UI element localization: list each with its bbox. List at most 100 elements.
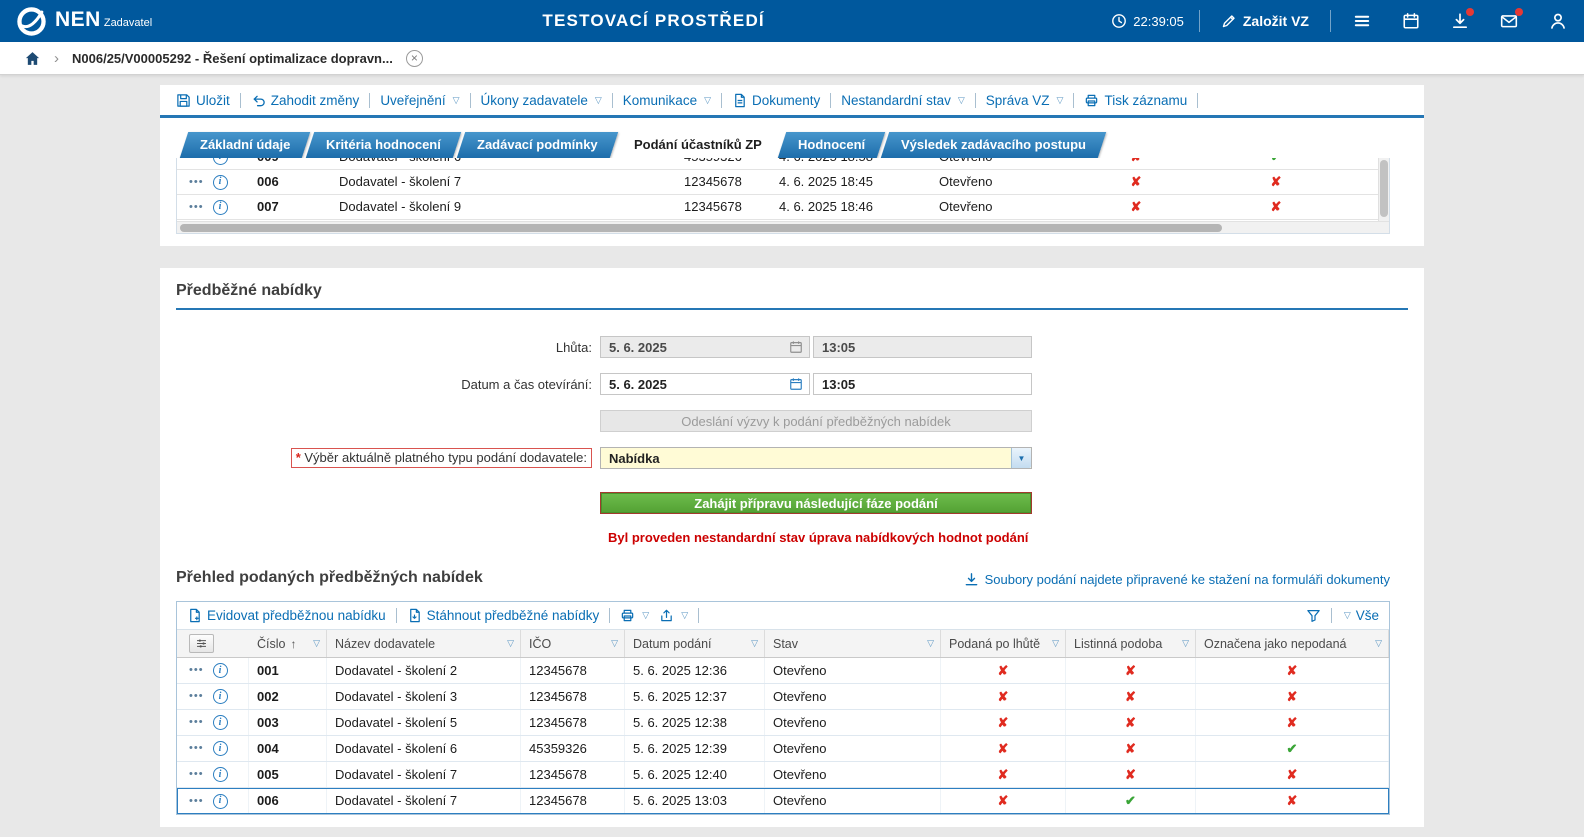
downloads-button[interactable] bbox=[1450, 11, 1470, 31]
tab-vysledek[interactable]: Výsledek zadávacího postupu bbox=[881, 132, 1106, 158]
table-row[interactable]: ••• i 009 Dodavatel - školení 6 45359326… bbox=[177, 158, 1389, 170]
cell-date: 5. 6. 2025 12:38 bbox=[625, 710, 765, 735]
tab-kriteria-hodnoceni[interactable]: Kritéria hodnocení bbox=[306, 132, 461, 158]
opening-time-field[interactable]: 13:05 bbox=[813, 373, 1032, 395]
row-menu-icon[interactable]: ••• bbox=[189, 158, 204, 169]
table-row[interactable]: ••• i 002 Dodavatel - školení 3 12345678… bbox=[177, 684, 1389, 710]
row-info-icon[interactable]: i bbox=[213, 200, 228, 215]
scrollbar-thumb[interactable] bbox=[180, 224, 1222, 232]
deadline-date-field: 5. 6. 2025 bbox=[600, 336, 810, 358]
tab-zadavaci-podminky[interactable]: Zadávací podmínky bbox=[457, 132, 618, 158]
column-header-paper[interactable]: Listinná podoba▽ bbox=[1066, 630, 1196, 657]
select-dropdown-button[interactable]: ▼ bbox=[1011, 448, 1031, 468]
row-menu-icon[interactable]: ••• bbox=[189, 170, 204, 194]
opening-label: Datum a čas otevírání: bbox=[160, 377, 600, 392]
filter-dropdown-icon[interactable]: ▽ bbox=[927, 638, 934, 649]
publication-menu[interactable]: Uveřejnění▽ bbox=[380, 93, 459, 108]
column-header-number[interactable]: Číslo↑▽ bbox=[249, 630, 327, 657]
row-info-icon[interactable]: i bbox=[213, 158, 228, 165]
row-menu-icon[interactable]: ••• bbox=[189, 658, 204, 683]
divider bbox=[1199, 10, 1200, 32]
vertical-scrollbar[interactable] bbox=[1378, 158, 1389, 221]
breadcrumb-item[interactable]: N006/25/V00005292 - Řešení optimalizace … bbox=[72, 51, 393, 66]
row-info-icon[interactable]: i bbox=[213, 794, 228, 809]
document-icon bbox=[732, 93, 747, 108]
cell-ico: 12345678 bbox=[521, 762, 625, 787]
save-button[interactable]: Uložit bbox=[176, 93, 230, 108]
row-menu-icon[interactable]: ••• bbox=[189, 684, 204, 709]
close-record-icon[interactable]: × bbox=[406, 50, 423, 67]
download-bids-button[interactable]: Stáhnout předběžné nabídky bbox=[407, 608, 600, 623]
cell-late-mark: ✘ bbox=[941, 710, 1066, 735]
printer-icon bbox=[1084, 93, 1099, 108]
column-header-ico[interactable]: IČO▽ bbox=[521, 630, 625, 657]
export-button[interactable]: ▽ bbox=[659, 608, 688, 623]
print-record-button[interactable]: Tisk záznamu bbox=[1084, 93, 1187, 108]
row-menu-icon[interactable]: ••• bbox=[189, 789, 204, 814]
row-info-icon[interactable]: i bbox=[213, 663, 228, 678]
print-table-button[interactable]: ▽ bbox=[620, 608, 649, 623]
manage-vz-menu[interactable]: Správa VZ▽ bbox=[986, 93, 1064, 108]
row-info-icon[interactable]: i bbox=[213, 767, 228, 782]
nonstandard-state-menu[interactable]: Nestandardní stav▽ bbox=[841, 93, 964, 108]
messages-button[interactable] bbox=[1499, 11, 1519, 31]
register-bid-button[interactable]: Evidovat předběžnou nabídku bbox=[187, 608, 386, 623]
download-icon bbox=[964, 572, 979, 587]
menu-button[interactable] bbox=[1352, 11, 1372, 31]
filter-dropdown-icon[interactable]: ▽ bbox=[1182, 638, 1189, 649]
chevron-down-icon: ▼ bbox=[1018, 454, 1026, 463]
row-menu-icon[interactable]: ••• bbox=[189, 762, 204, 787]
start-next-phase-button[interactable]: Zahájit přípravu následující fáze podání bbox=[600, 492, 1032, 514]
communication-menu[interactable]: Komunikace▽ bbox=[623, 93, 711, 108]
opening-date-field[interactable]: 5. 6. 2025 bbox=[600, 373, 810, 395]
view-all-dropdown[interactable]: ▽ Vše bbox=[1342, 608, 1379, 623]
calendar-icon[interactable] bbox=[789, 377, 803, 391]
column-header-status[interactable]: Stav▽ bbox=[765, 630, 941, 657]
row-menu-icon[interactable]: ••• bbox=[189, 195, 204, 219]
tab-zakladni-udaje[interactable]: Základní údaje bbox=[180, 132, 311, 158]
cell-ico: 12345678 bbox=[676, 195, 771, 219]
row-menu-icon[interactable]: ••• bbox=[189, 736, 204, 761]
row-info-icon[interactable]: i bbox=[213, 715, 228, 730]
create-vz-button[interactable]: Založit VZ bbox=[1215, 12, 1315, 30]
filter-dropdown-icon[interactable]: ▽ bbox=[313, 638, 320, 649]
filter-dropdown-icon[interactable]: ▽ bbox=[1052, 638, 1059, 649]
filter-dropdown-icon[interactable]: ▽ bbox=[751, 638, 758, 649]
table-row[interactable]: ••• i 006 Dodavatel - školení 7 12345678… bbox=[177, 788, 1389, 814]
column-header-supplier[interactable]: Název dodavatele▽ bbox=[327, 630, 521, 657]
cell-late-mark: ✘ bbox=[941, 736, 1066, 761]
row-menu-icon[interactable]: ••• bbox=[189, 710, 204, 735]
table-row[interactable]: ••• i 003 Dodavatel - školení 5 12345678… bbox=[177, 710, 1389, 736]
filter-dropdown-icon[interactable]: ▽ bbox=[611, 638, 618, 649]
row-actions: ••• i bbox=[177, 170, 249, 194]
table-row[interactable]: ••• i 001 Dodavatel - školení 2 12345678… bbox=[177, 658, 1389, 684]
table-row[interactable]: ••• i 005 Dodavatel - školení 7 12345678… bbox=[177, 762, 1389, 788]
user-button[interactable] bbox=[1548, 11, 1568, 31]
column-chooser-button[interactable] bbox=[189, 634, 214, 653]
files-download-link[interactable]: Soubory podání najdete připravené ke sta… bbox=[964, 572, 1390, 587]
horizontal-scrollbar[interactable] bbox=[177, 221, 1389, 233]
cell-number: 004 bbox=[249, 736, 327, 761]
table-row[interactable]: ••• i 004 Dodavatel - školení 6 45359326… bbox=[177, 736, 1389, 762]
filter-button[interactable] bbox=[1306, 608, 1321, 623]
nen-logo[interactable]: NEN Zadavatel bbox=[16, 6, 196, 37]
row-info-icon[interactable]: i bbox=[213, 741, 228, 756]
filter-dropdown-icon[interactable]: ▽ bbox=[507, 638, 514, 649]
documents-button[interactable]: Dokumenty bbox=[732, 93, 820, 108]
contracting-actions-menu[interactable]: Úkony zadavatele▽ bbox=[481, 93, 602, 108]
scrollbar-thumb[interactable] bbox=[1380, 160, 1388, 217]
table-row[interactable]: ••• i 007 Dodavatel - školení 9 12345678… bbox=[177, 195, 1389, 220]
column-header-date[interactable]: Datum podání▽ bbox=[625, 630, 765, 657]
table-row[interactable]: ••• i 006 Dodavatel - školení 7 12345678… bbox=[177, 170, 1389, 195]
column-header-not-submitted[interactable]: Označena jako nepodaná▽ bbox=[1196, 630, 1389, 657]
column-header-late[interactable]: Podaná po lhůtě▽ bbox=[941, 630, 1066, 657]
tab-podani-ucastniku[interactable]: Podání účastníků ZP bbox=[614, 132, 782, 158]
discard-changes-button[interactable]: Zahodit změny bbox=[251, 93, 360, 108]
tab-hodnoceni[interactable]: Hodnocení bbox=[777, 132, 885, 158]
home-icon[interactable] bbox=[24, 50, 41, 67]
row-info-icon[interactable]: i bbox=[213, 689, 228, 704]
filter-dropdown-icon[interactable]: ▽ bbox=[1375, 638, 1382, 649]
row-info-icon[interactable]: i bbox=[213, 175, 228, 190]
calendar-button[interactable] bbox=[1401, 11, 1421, 31]
submission-type-select[interactable]: Nabídka ▼ bbox=[600, 447, 1032, 469]
